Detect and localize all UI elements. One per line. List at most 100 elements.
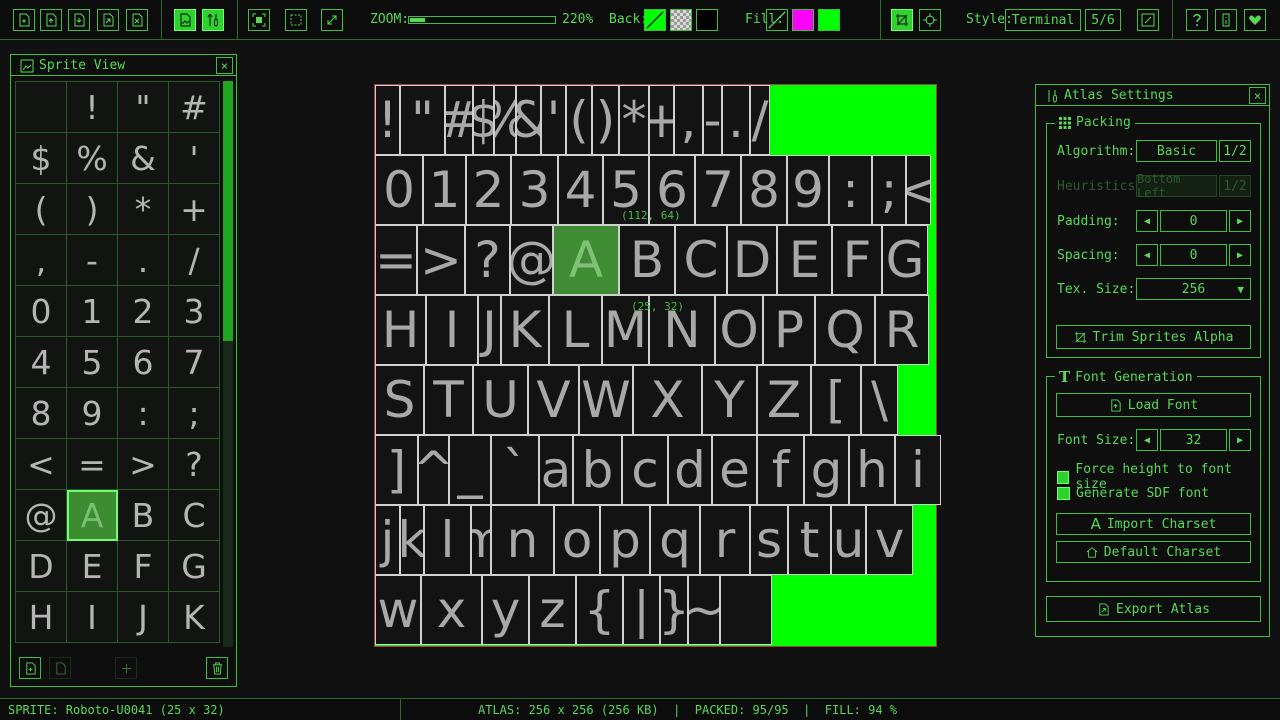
atlas-glyph[interactable]: L	[549, 295, 602, 365]
sprite-cell[interactable]: 8	[15, 387, 67, 439]
atlas-glyph[interactable]: j	[375, 505, 400, 575]
atlas-glyph[interactable]: w	[375, 575, 421, 645]
sprite-cell[interactable]: )	[66, 183, 118, 235]
atlas-glyph[interactable]: P	[763, 295, 815, 365]
atlas-canvas[interactable]: !"#$%&'()*+,-./0123456789:;<=>?@ABCDEFGH…	[374, 84, 941, 647]
sprite-cell[interactable]: 4	[15, 336, 67, 388]
atlas-glyph[interactable]: m	[471, 505, 491, 575]
sprite-cell[interactable]: D	[15, 540, 67, 592]
spacing-value[interactable]: 0	[1160, 244, 1227, 266]
add-empty-sprite-button[interactable]	[115, 657, 137, 679]
atlas-glyph[interactable]: Q	[815, 295, 875, 365]
atlas-glyph[interactable]: 1	[423, 155, 466, 225]
atlas-glyph[interactable]: *	[619, 85, 649, 155]
atlas-glyph[interactable]	[720, 575, 772, 645]
close-file-button[interactable]	[126, 9, 148, 31]
atlas-glyph[interactable]: B	[619, 225, 675, 295]
sprite-cell[interactable]: 5	[66, 336, 118, 388]
sprite-cell[interactable]: ;	[168, 387, 220, 439]
atlas-glyph[interactable]: `	[491, 435, 539, 505]
sprite-cell[interactable]: 6	[117, 336, 169, 388]
atlas-glyph[interactable]: h	[849, 435, 895, 505]
new-file-button[interactable]	[13, 9, 35, 31]
spacing-increase-button[interactable]: ▶	[1229, 244, 1251, 266]
save-file-button[interactable]	[68, 9, 90, 31]
generate-sdf-checkbox[interactable]: Generate SDF font	[1057, 486, 1209, 501]
help-button[interactable]	[1186, 9, 1208, 31]
atlas-glyph[interactable]: l	[424, 505, 471, 575]
sprite-cell[interactable]	[15, 81, 67, 133]
tex-size-dropdown[interactable]: 256 ▼	[1136, 278, 1251, 300]
atlas-glyph[interactable]: 0	[375, 155, 423, 225]
atlas-glyph[interactable]: J	[478, 295, 501, 365]
atlas-glyph[interactable]: [	[811, 365, 861, 435]
atlas-glyph[interactable]: 7	[695, 155, 741, 225]
sprite-view-close-button[interactable]: ×	[216, 57, 233, 74]
sprite-cell[interactable]: !	[66, 81, 118, 133]
style-selector[interactable]: Terminal	[1005, 9, 1081, 31]
sprite-cell[interactable]: H	[15, 591, 67, 643]
atlas-glyph[interactable]: \	[861, 365, 898, 435]
sprite-cell[interactable]: 2	[117, 285, 169, 337]
sprite-view-scrollbar[interactable]	[223, 81, 233, 647]
atlas-glyph[interactable]: O	[715, 295, 763, 365]
style-edit-button[interactable]	[1137, 9, 1159, 31]
atlas-glyph[interactable]: U	[473, 365, 528, 435]
delete-sprite-button[interactable]	[206, 657, 228, 679]
crosshair-button[interactable]	[919, 9, 941, 31]
sprite-cell[interactable]: 0	[15, 285, 67, 337]
open-file-button[interactable]	[40, 9, 62, 31]
atlas-glyph[interactable]: k	[400, 505, 424, 575]
atlas-glyph[interactable]: 3	[511, 155, 558, 225]
atlas-glyph[interactable]: I	[426, 295, 478, 365]
back-color-none-swatch[interactable]	[644, 9, 666, 31]
atlas-glyph[interactable]: 9	[787, 155, 829, 225]
atlas-glyph[interactable]: R	[875, 295, 929, 365]
padding-decrease-button[interactable]: ◀	[1136, 210, 1158, 232]
resize-button[interactable]	[321, 9, 343, 31]
info-button[interactable]	[1215, 9, 1237, 31]
atlas-glyph[interactable]: n	[491, 505, 554, 575]
atlas-glyph[interactable]: V	[528, 365, 579, 435]
fill-color-none-swatch[interactable]	[766, 9, 788, 31]
sprite-cell[interactable]: A	[66, 489, 118, 541]
sprite-cell[interactable]: *	[117, 183, 169, 235]
sprite-cell[interactable]: &	[117, 132, 169, 184]
atlas-glyph[interactable]: "	[400, 85, 445, 155]
atlas-glyph[interactable]: ^	[418, 435, 449, 505]
algorithm-page-button[interactable]: 1/2	[1219, 140, 1251, 162]
atlas-glyph[interactable]: W	[579, 365, 633, 435]
heuristics-selector[interactable]: Bottom Left	[1136, 172, 1217, 200]
fill-color-magenta-swatch[interactable]	[792, 9, 814, 31]
atlas-glyph[interactable]: S	[375, 365, 424, 435]
sprite-cell[interactable]: +	[168, 183, 220, 235]
sprite-cell[interactable]: .	[117, 234, 169, 286]
atlas-glyph[interactable]: y	[482, 575, 529, 645]
atlas-glyph[interactable]: i	[895, 435, 941, 505]
back-color-checker-swatch[interactable]	[670, 9, 692, 31]
atlas-glyph[interactable]: d	[668, 435, 712, 505]
sprite-cell[interactable]: =	[66, 438, 118, 490]
add-sprite-button[interactable]	[19, 657, 41, 679]
atlas-glyph[interactable]: z	[529, 575, 576, 645]
atlas-glyph[interactable]: A	[553, 225, 619, 295]
atlas-settings-close-button[interactable]: ×	[1249, 87, 1266, 104]
atlas-glyph[interactable]: -	[703, 85, 722, 155]
atlas-glyph[interactable]: t	[788, 505, 831, 575]
default-charset-button[interactable]: Default Charset	[1056, 541, 1251, 563]
export-atlas-button[interactable]: Export Atlas	[1046, 596, 1261, 622]
sprite-cell[interactable]: "	[117, 81, 169, 133]
sprite-cell[interactable]: E	[66, 540, 118, 592]
sprite-cell[interactable]: I	[66, 591, 118, 643]
style-page-button[interactable]: 5/6	[1085, 9, 1121, 31]
scrollbar-thumb[interactable]	[223, 81, 233, 341]
atlas-glyph[interactable]: (	[566, 85, 592, 155]
sprite-cell[interactable]: 1	[66, 285, 118, 337]
atlas-glyph[interactable]: T	[424, 365, 473, 435]
atlas-glyph[interactable]: }	[660, 575, 688, 645]
atlas-glyph[interactable]: <	[906, 155, 931, 225]
spacing-decrease-button[interactable]: ◀	[1136, 244, 1158, 266]
sprite-cell[interactable]: /	[168, 234, 220, 286]
atlas-glyph[interactable]: b	[573, 435, 622, 505]
tools-button[interactable]	[202, 9, 224, 31]
